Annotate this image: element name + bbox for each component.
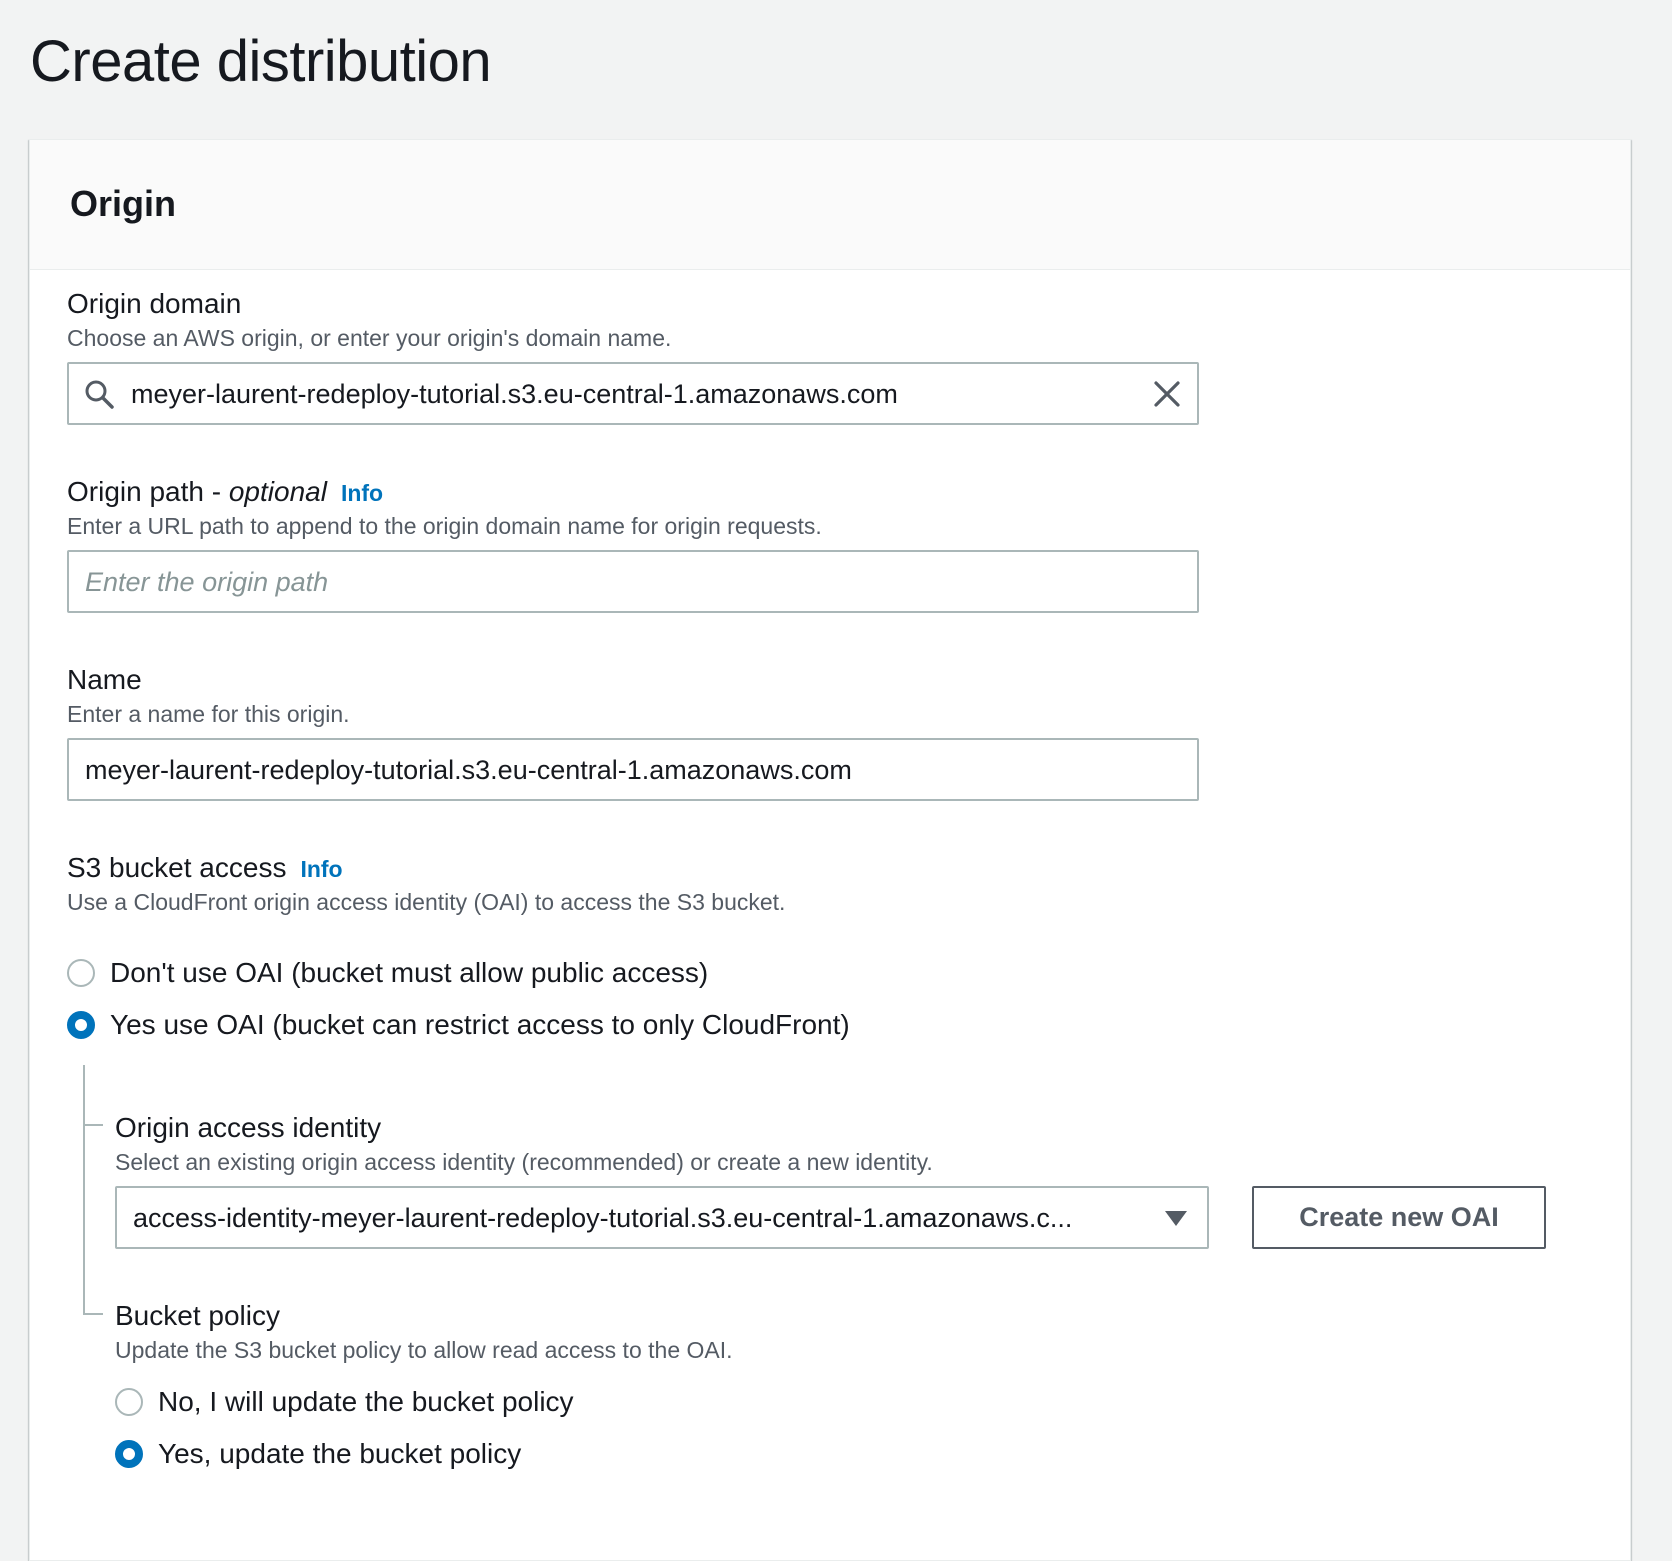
close-icon[interactable] [1151,378,1183,410]
tree-connector-branch-1 [83,1124,103,1126]
origin-access-identity-label: Origin access identity [115,1112,382,1143]
origin-path-description: Enter a URL path to append to the origin… [67,513,822,539]
search-icon [83,378,115,410]
origin-domain-label: Origin domain [67,288,242,319]
tree-connector-vertical [83,1065,85,1315]
origin-path-label-text: Origin path - [67,476,229,507]
origin-access-identity-description: Select an existing origin access identit… [115,1149,933,1175]
radio-no-update-policy-label[interactable]: No, I will update the bucket policy [158,1384,574,1420]
panel-header: Origin [30,140,1630,270]
origin-domain-description: Choose an AWS origin, or enter your orig… [67,325,672,351]
caret-down-icon [1163,1208,1189,1228]
origin-path-input[interactable]: Enter the origin path [67,550,1199,613]
radio-dont-use-oai-label[interactable]: Don't use OAI (bucket must allow public … [110,955,708,991]
origin-path-placeholder: Enter the origin path [85,567,329,597]
name-description: Enter a name for this origin. [67,701,350,727]
origin-path-label: Origin path - optional Info [67,474,383,511]
radio-yes-use-oai[interactable] [67,1011,95,1039]
name-input[interactable]: meyer-laurent-redeploy-tutorial.s3.eu-ce… [67,738,1199,801]
radio-yes-use-oai-label[interactable]: Yes use OAI (bucket can restrict access … [110,1007,850,1043]
radio-yes-update-policy[interactable] [115,1440,143,1468]
origin-domain-input[interactable]: meyer-laurent-redeploy-tutorial.s3.eu-ce… [67,362,1199,425]
section-title: Origin [70,183,176,224]
radio-no-update-policy[interactable] [115,1388,143,1416]
name-value: meyer-laurent-redeploy-tutorial.s3.eu-ce… [85,755,852,785]
origin-access-identity-select[interactable]: access-identity-meyer-laurent-redeploy-t… [115,1186,1209,1249]
s3-bucket-access-label-text: S3 bucket access [67,852,287,883]
origin-path-info-link[interactable]: Info [341,480,383,506]
name-label: Name [67,664,142,695]
s3-bucket-access-label: S3 bucket access Info [67,850,343,887]
page-title: Create distribution [30,29,492,94]
origin-path-optional: optional [228,476,327,507]
radio-yes-update-policy-label[interactable]: Yes, update the bucket policy [158,1436,521,1472]
origin-domain-value: meyer-laurent-redeploy-tutorial.s3.eu-ce… [131,379,898,409]
tree-connector-branch-2 [83,1313,103,1315]
bucket-policy-label: Bucket policy [115,1300,280,1331]
radio-dont-use-oai[interactable] [67,959,95,987]
create-new-oai-button[interactable]: Create new OAI [1252,1186,1546,1249]
s3-bucket-access-info-link[interactable]: Info [300,856,342,882]
origin-panel: Origin Origin domain Choose an AWS origi… [29,139,1631,1561]
bucket-policy-description: Update the S3 bucket policy to allow rea… [115,1337,733,1363]
origin-access-identity-selected: access-identity-meyer-laurent-redeploy-t… [133,1203,1073,1233]
s3-bucket-access-description: Use a CloudFront origin access identity … [67,889,786,915]
